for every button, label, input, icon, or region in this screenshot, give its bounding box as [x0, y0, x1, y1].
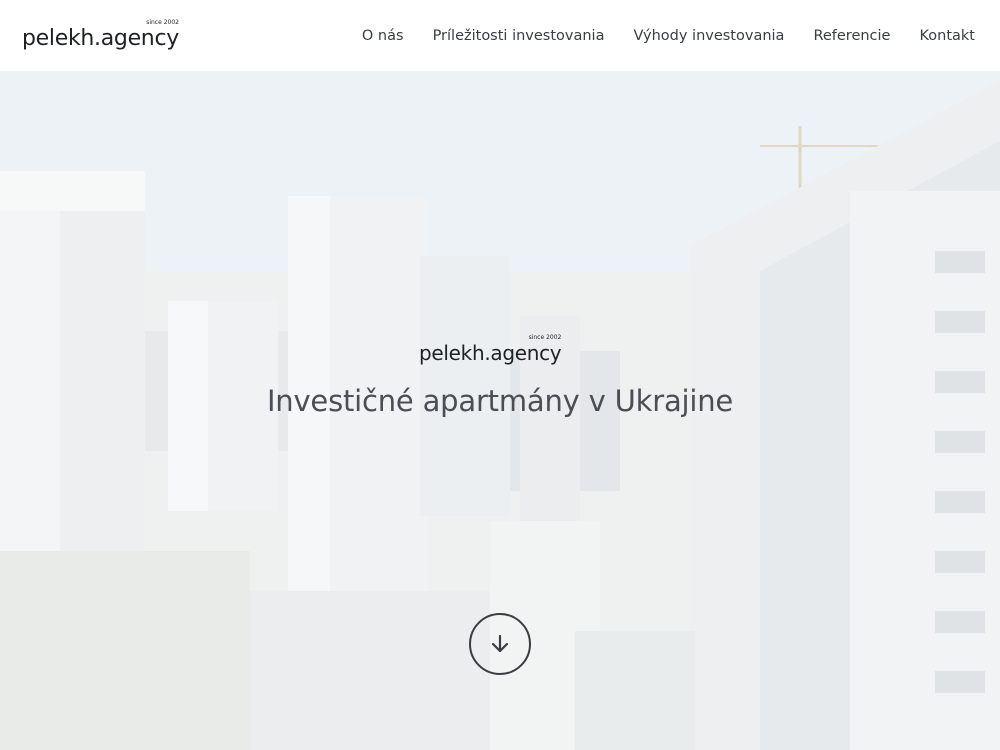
hero-title: Investičné apartmány v Ukrajine — [266, 384, 734, 418]
hero-content: pelekh.agency since 2002 Investičné apar… — [0, 71, 1000, 750]
logo-text: pelekh.agency — [22, 25, 179, 51]
main-nav: O nás Príležitosti investovania Výhody i… — [333, 28, 975, 44]
arrow-down-icon — [491, 634, 509, 653]
nav-item-benefits[interactable]: Výhody investovania — [633, 28, 784, 44]
nav-item-opportunities[interactable]: Príležitosti investovania — [433, 28, 605, 44]
site-logo[interactable]: pelekh.agency since 2002 — [22, 18, 179, 51]
hero-logo-text: pelekh.agency — [419, 341, 562, 365]
scroll-down-button[interactable] — [469, 613, 531, 675]
nav-item-about[interactable]: O nás — [362, 28, 404, 44]
site-header: pelekh.agency since 2002 O nás Príležito… — [0, 0, 1000, 71]
hero-logo: pelekh.agency since 2002 — [419, 335, 562, 365]
logo-since: since 2002 — [146, 18, 179, 26]
hero-logo-since: since 2002 — [528, 334, 562, 341]
nav-item-contact[interactable]: Kontakt — [919, 28, 975, 44]
hero-section: pelekh.agency since 2002 Investičné apar… — [0, 71, 1000, 750]
nav-item-references[interactable]: Referencie — [813, 28, 890, 44]
